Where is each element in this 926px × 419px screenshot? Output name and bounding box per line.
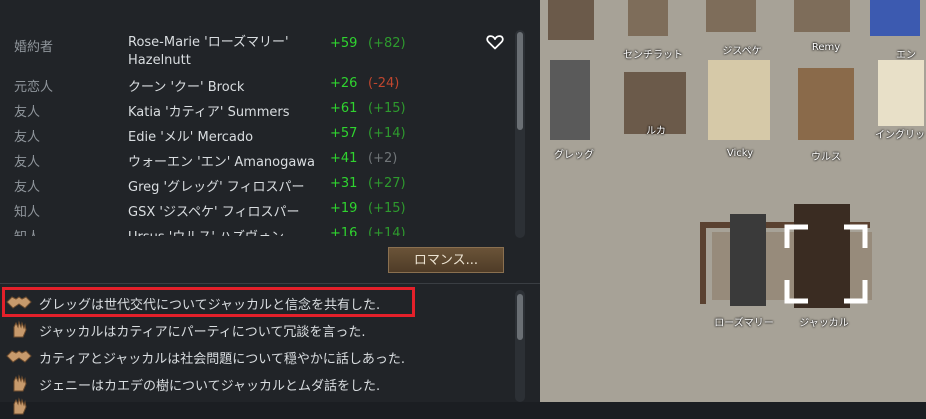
relation-name: Edie 'メル' Mercado xyxy=(128,130,254,145)
log-entry[interactable]: ジャッカルはカティアにパーティについて冗談を言った. xyxy=(6,315,506,342)
relation-row[interactable]: 友人 Greg 'グレッグ' フィロスパー +31 (+27) xyxy=(0,172,510,197)
relation-type: 友人 xyxy=(14,105,41,120)
relation-row[interactable]: 知人 Ursus 'ウルス' ハズヴォン +16 (+14) xyxy=(0,222,510,236)
my-opinion: +57 xyxy=(330,126,358,141)
log-text: ジャッカルはカティアにパーティについて冗談を言った. xyxy=(39,325,366,340)
map-label: ジスペケ xyxy=(722,46,762,57)
my-opinion: +61 xyxy=(330,101,358,116)
my-opinion: +41 xyxy=(330,151,358,166)
their-opinion: (+14) xyxy=(368,226,406,236)
map-tile xyxy=(794,0,850,32)
handshake-icon xyxy=(6,350,32,363)
relation-name: ウォーエン 'エン' Amanogawa xyxy=(128,155,315,170)
map-tile xyxy=(708,60,770,140)
relation-name: Katia 'カティア' Summers xyxy=(128,105,290,120)
my-opinion: +59 xyxy=(330,36,358,51)
relation-type: 友人 xyxy=(14,155,41,170)
their-opinion: (+2) xyxy=(368,151,398,166)
map-label: センチラット xyxy=(623,50,683,61)
relation-row[interactable]: 友人 Katia 'カティア' Summers +61 (+15) xyxy=(0,97,510,122)
map-label: ルカ xyxy=(646,126,666,137)
heart-outline-icon[interactable] xyxy=(486,34,504,50)
relation-row[interactable]: 友人 ウォーエン 'エン' Amanogawa +41 (+2) xyxy=(0,147,510,172)
hand-icon xyxy=(13,397,27,415)
my-opinion: +26 xyxy=(330,76,358,91)
scroll-thumb[interactable] xyxy=(517,32,523,130)
relation-type: 知人 xyxy=(14,226,40,236)
relation-type: 友人 xyxy=(14,130,41,145)
map-tile xyxy=(870,0,920,36)
their-opinion: (+82) xyxy=(368,36,406,51)
my-opinion: +19 xyxy=(330,201,358,216)
map-label: ウルス xyxy=(811,152,841,163)
relation-type: 元恋人 xyxy=(14,80,54,95)
my-opinion: +16 xyxy=(330,226,358,236)
map-label: エン xyxy=(896,50,916,61)
map-label: グレッグ xyxy=(554,150,594,161)
relation-row[interactable]: 元恋人 クーン 'クー' Brock +26 (-24) xyxy=(0,72,510,97)
hand-icon xyxy=(13,374,27,392)
their-opinion: (+14) xyxy=(368,126,406,141)
map-tile xyxy=(730,214,766,306)
relation-row[interactable]: 友人 Edie 'メル' Mercado +57 (+14) xyxy=(0,122,510,147)
romance-button[interactable]: ロマンス... xyxy=(388,247,504,273)
my-opinion: +31 xyxy=(330,176,358,191)
map-label: Remy xyxy=(811,42,841,53)
relation-type: 婚約者 xyxy=(14,40,54,55)
map-label: ローズマリー xyxy=(714,318,774,329)
hand-icon xyxy=(13,320,27,338)
map-tile xyxy=(628,0,668,36)
map-tile xyxy=(706,0,756,32)
highlight-box xyxy=(2,287,415,317)
map-view[interactable]: センチラット ジスペケ Remy エン グレッグ ルカ Vicky ウルス イン… xyxy=(540,0,926,402)
log-text: カティアとジャッカルは社会問題について穏やかに話しあった. xyxy=(39,352,406,367)
scroll-thumb[interactable] xyxy=(517,294,523,340)
their-opinion: (-24) xyxy=(368,76,400,91)
map-label: ジャッカル xyxy=(799,318,849,329)
selection-brackets-icon xyxy=(784,224,868,304)
log-entry[interactable]: カティアとジャッカルは社会問題について穏やかに話しあった. xyxy=(6,342,506,369)
map-tile xyxy=(878,60,924,126)
relation-name: Rose-Marie 'ローズマリー' Hazelnutt xyxy=(128,35,289,68)
relation-name: Ursus 'ウルス' ハズヴォン xyxy=(128,226,284,236)
their-opinion: (+15) xyxy=(368,101,406,116)
social-panel: 婚約者 Rose-Marie 'ローズマリー' Hazelnutt +59 (+… xyxy=(0,0,540,415)
map-tile xyxy=(548,0,594,40)
relation-name: クーン 'クー' Brock xyxy=(128,80,245,95)
relation-name: GSX 'ジスペケ' フィロスパー xyxy=(128,205,300,220)
relation-name: Greg 'グレッグ' フィロスパー xyxy=(128,180,305,195)
relation-row[interactable]: 知人 GSX 'ジスペケ' フィロスパー +19 (+15) xyxy=(0,197,510,222)
map-label: イングリッ xyxy=(875,130,925,141)
map-tile xyxy=(700,222,706,304)
log-scrollbar[interactable] xyxy=(515,290,525,402)
relations-scrollbar[interactable] xyxy=(515,30,525,238)
relation-row[interactable]: 婚約者 Rose-Marie 'ローズマリー' Hazelnutt +59 (+… xyxy=(0,32,510,72)
map-label: Vicky xyxy=(726,148,754,159)
relation-type: 友人 xyxy=(14,180,41,195)
log-entry[interactable] xyxy=(6,392,506,419)
their-opinion: (+15) xyxy=(368,201,406,216)
map-tile xyxy=(550,60,590,140)
map-tile xyxy=(798,68,854,140)
their-opinion: (+27) xyxy=(368,176,406,191)
relation-type: 知人 xyxy=(14,205,41,220)
relations-list: 婚約者 Rose-Marie 'ローズマリー' Hazelnutt +59 (+… xyxy=(0,0,540,282)
